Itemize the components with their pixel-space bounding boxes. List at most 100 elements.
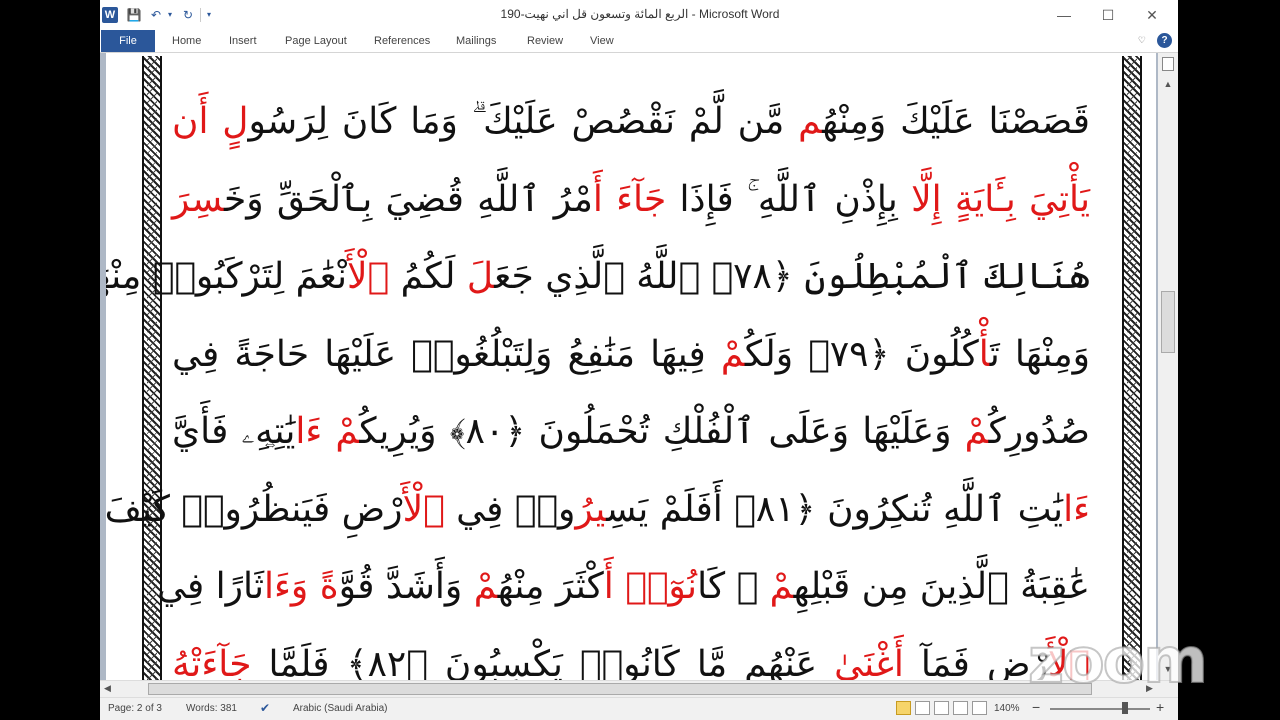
web-layout-icon[interactable]	[934, 701, 949, 715]
view-buttons	[896, 701, 991, 718]
text-segment: بِإِذْنِ ٱللَّهِ ۚ فَإِذَا	[666, 178, 912, 220]
draft-icon[interactable]	[972, 701, 987, 715]
highlighted-text-segment: مْ	[720, 333, 745, 375]
word-app-icon[interactable]: W	[102, 7, 118, 23]
text-segment: قَصَصْنَا عَلَيْكَ وَمِنْهُ	[822, 101, 1091, 142]
ribbon-right-controls: ♡ ?	[1138, 33, 1172, 48]
print-layout-icon[interactable]	[896, 701, 911, 715]
text-line[interactable]: ءَايَٰتِ ٱللَّهِ تُنكِرُونَ ﴿٨١﴾ أَفَلَم…	[106, 471, 1090, 549]
document-area[interactable]: قَصَصْنَا عَلَيْكَ وَمِنْهُم مَّن لَّمْ …	[100, 53, 1158, 680]
save-icon[interactable]: 💾	[126, 7, 142, 23]
highlighted-text-segment: ٱلْأَ	[402, 488, 445, 530]
horizontal-scroll-thumb[interactable]	[148, 683, 1092, 695]
text-segment: مَّن لَّمْ نَقْصُصْ عَلَيْكَ ۗ وَمَا كَا…	[248, 101, 799, 142]
ribbon-minimize-icon[interactable]: ♡	[1138, 35, 1146, 46]
text-segment: عَنْهُم مَّا كَانُوا۟ يَكْسِبُونَ ﴿٨٢﴾ ف…	[251, 643, 835, 681]
highlighted-text-segment: ٱلْأَ	[347, 256, 390, 297]
zoom-slider[interactable]	[1050, 708, 1150, 710]
highlighted-text-segment: ةً وَءَا	[263, 566, 339, 607]
vertical-scrollbar[interactable]: ▲ ▼	[1158, 53, 1178, 680]
page-count[interactable]: Page: 2 of 3	[108, 703, 162, 714]
text-segment: وا۟ فِي	[444, 488, 576, 530]
word-window: W 💾 ↶ ▾ ↻ ▾ الربع المائة وتسعون قل اني ن…	[100, 0, 1178, 720]
highlighted-text-segment: جَآءَ أَ	[592, 178, 667, 220]
tab-file[interactable]: File	[101, 30, 155, 52]
text-segment: كْثَرَ مِنْهُ	[497, 566, 604, 607]
tab-view[interactable]: View	[590, 30, 614, 52]
proofing-icon[interactable]: ✔	[260, 701, 270, 715]
text-segment: وَعَلَيْهَا وَعَلَى ٱلْفُلْكِ تُحْمَلُون…	[359, 411, 965, 452]
tab-review[interactable]: Review	[527, 30, 563, 52]
undo-icon[interactable]: ↶	[148, 7, 164, 23]
highlighted-text-segment: ءَا	[1063, 488, 1090, 530]
tab-mailings[interactable]: Mailings	[456, 30, 496, 52]
tab-page-layout[interactable]: Page Layout	[285, 30, 347, 52]
tab-references[interactable]: References	[374, 30, 430, 52]
vertical-scroll-thumb[interactable]	[1161, 291, 1175, 353]
highlighted-text-segment: مْ	[769, 566, 794, 607]
full-screen-reading-icon[interactable]	[915, 701, 930, 715]
undo-dropdown-icon[interactable]: ▾	[166, 7, 174, 23]
text-segment: عَٰقِبَةُ ٱلَّذِينَ مِن قَبْلِهِ	[793, 566, 1090, 607]
text-line[interactable]: وَمِنْهَا تَأْكُلُونَ ﴿٧٩﴾ وَلَكُمْ فِيه…	[172, 316, 1090, 394]
text-segment: ثَارًا فِي	[156, 566, 264, 607]
text-segment: وَمِنْهَا تَ	[989, 333, 1090, 375]
maximize-button[interactable]: ☐	[1086, 0, 1130, 30]
horizontal-scrollbar[interactable]: ◀ ▶	[100, 680, 1178, 698]
word-count[interactable]: Words: 381	[186, 703, 237, 714]
tab-insert[interactable]: Insert	[229, 30, 257, 52]
ruler-toggle-icon[interactable]	[1162, 57, 1174, 71]
scroll-left-icon[interactable]: ◀	[104, 683, 111, 694]
text-line[interactable]: عَٰقِبَةُ ٱلَّذِينَ مِن قَبْلِهِمْ ۚ كَا…	[157, 548, 1090, 626]
qat-separator	[200, 8, 201, 22]
text-segment: نْعَٰمَ لِتَرْكَبُوا۟ مِنْهَا	[106, 256, 348, 297]
highlighted-text-segment: جَآءَتْهُ	[172, 643, 252, 681]
zoom-watermark: zoom	[1027, 623, 1209, 698]
quran-text-block[interactable]: قَصَصْنَا عَلَيْكَ وَمِنْهُم مَّن لَّمْ …	[106, 83, 1090, 681]
page-border-right	[1122, 56, 1142, 680]
text-segment: هُنَالِكَ ٱلْمُبْطِلُونَ ﴿٧٨﴾ ٱللَّهُ ٱل…	[494, 256, 1090, 297]
highlighted-text-segment: م	[798, 101, 823, 142]
ribbon-tabs: File Home Insert Page Layout References …	[100, 30, 1178, 53]
outline-icon[interactable]	[953, 701, 968, 715]
customize-qat-icon[interactable]: ▾	[204, 7, 214, 23]
zoom-level[interactable]: 140%	[994, 703, 1020, 714]
highlighted-text-segment: سِرَ	[172, 178, 224, 220]
highlighted-text-segment: مْ ءَا	[295, 411, 360, 452]
highlighted-text-segment: يرُ	[575, 488, 607, 530]
highlighted-text-segment: مْ	[473, 566, 498, 607]
zoom-slider-knob[interactable]	[1122, 702, 1128, 714]
document-page[interactable]: قَصَصْنَا عَلَيْكَ وَمِنْهُم مَّن لَّمْ …	[106, 53, 1156, 680]
zoom-in-button[interactable]: +	[1156, 699, 1164, 715]
text-segment: رْضِ فَيَنظُرُوا۟ كَيْفَ كَانَ	[106, 488, 403, 530]
title-bar: W 💾 ↶ ▾ ↻ ▾ الربع المائة وتسعون قل اني ن…	[100, 0, 1178, 30]
redo-icon[interactable]: ↻	[180, 7, 196, 23]
language-indicator[interactable]: Arabic (Saudi Arabia)	[293, 703, 388, 714]
close-button[interactable]: ✕	[1130, 0, 1174, 30]
highlighted-text-segment: مْ	[964, 411, 989, 452]
text-segment: وَأَشَدَّ قُوَّ	[338, 566, 474, 607]
text-segment: كُلُونَ ﴿٧٩﴾ وَلَكُ	[744, 333, 979, 375]
text-line[interactable]: صُدُورِكُمْ وَعَلَيْهَا وَعَلَى ٱلْفُلْك…	[172, 393, 1090, 471]
highlighted-text-segment: أْ	[978, 333, 990, 375]
text-segment: لَكُمُ	[389, 256, 467, 297]
window-title: الربع المائة وتسعون قل اني نهيت-190 - Mi…	[500, 7, 780, 21]
resize-cursor-icon: ⇔	[262, 436, 278, 453]
scroll-up-icon[interactable]: ▲	[1162, 79, 1174, 89]
help-icon[interactable]: ?	[1157, 33, 1172, 48]
tab-home[interactable]: Home	[172, 30, 201, 52]
highlighted-text-segment: يَأْتِيَ بِـَٔايَةٍ إِلَّا	[911, 178, 1090, 220]
highlighted-text-segment: لٍ أَن	[172, 101, 249, 142]
minimize-button[interactable]: —	[1042, 0, 1086, 30]
text-segment: ۚ كَا	[697, 566, 770, 607]
text-segment: صُدُورِكُ	[988, 411, 1090, 452]
text-segment: فِيهَا مَنَٰفِعُ وَلِتَبْلُغُوا۟ عَلَيْه…	[172, 333, 721, 375]
zoom-out-button[interactable]: −	[1032, 699, 1040, 715]
text-segment: يَٰتِ ٱللَّهِ تُنكِرُونَ ﴿٨١﴾ أَفَلَمْ ي…	[606, 488, 1064, 530]
text-line[interactable]: يَأْتِيَ بِـَٔايَةٍ إِلَّا بِإِذْنِ ٱللَ…	[172, 161, 1090, 239]
text-line[interactable]: ٱلْأَرْضِ فَمَآ أَغْنَىٰ عَنْهُم مَّا كَ…	[172, 626, 1090, 681]
text-line[interactable]: قَصَصْنَا عَلَيْكَ وَمِنْهُم مَّن لَّمْ …	[172, 83, 1090, 161]
text-segment: مْرُ ٱللَّهِ قُضِيَ بِٱلْحَقِّ وَخَ	[223, 178, 593, 220]
text-line[interactable]: هُنَالِكَ ٱلْمُبْطِلُونَ ﴿٧٨﴾ ٱللَّهُ ٱل…	[106, 238, 1090, 316]
highlighted-text-segment: أَغْنَىٰ	[834, 643, 904, 681]
